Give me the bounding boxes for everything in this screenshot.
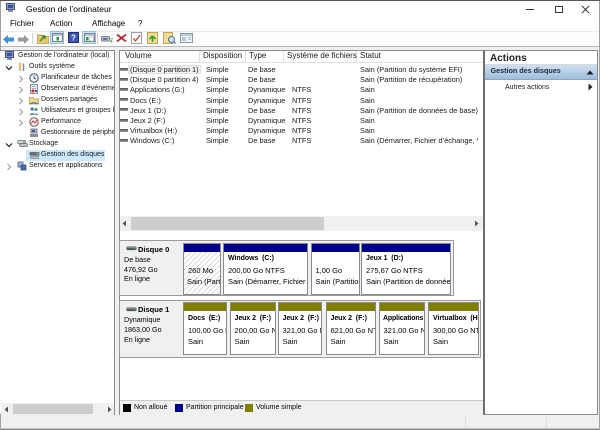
svg-text:?: ? [71,34,76,43]
